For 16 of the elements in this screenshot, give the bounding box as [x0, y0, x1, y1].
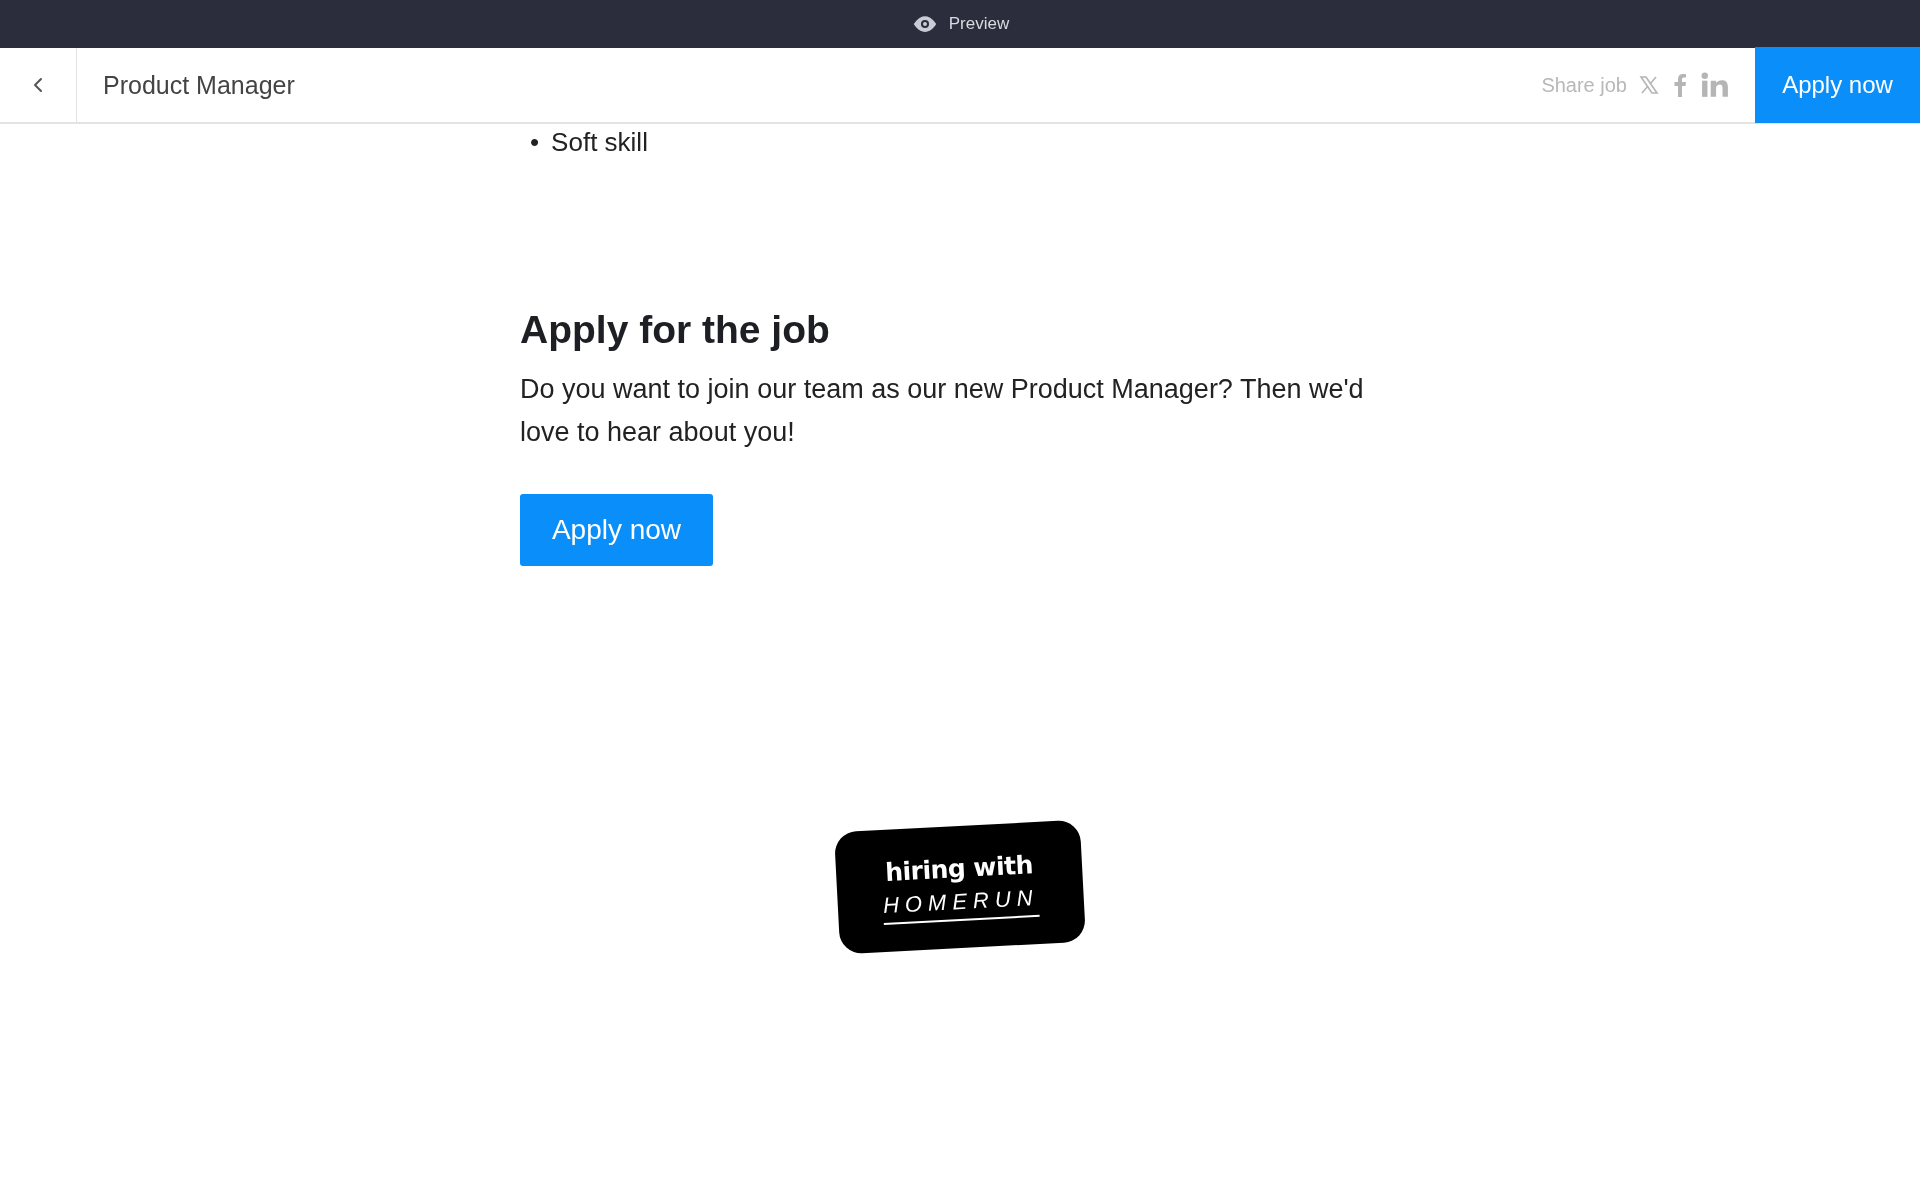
logo-badge[interactable]: hiring with HOMERUN	[834, 819, 1086, 955]
badge-brand: HOMERUN	[882, 884, 1040, 925]
section-heading: Apply for the job	[520, 308, 831, 352]
list-item: Soft skill	[551, 126, 648, 158]
bullet: •	[530, 126, 540, 158]
badge-line: hiring with	[884, 849, 1034, 887]
job-title: Product Manager	[103, 70, 296, 100]
apply-now-button[interactable]: Apply now	[520, 494, 713, 566]
facebook-icon[interactable]	[1673, 72, 1687, 98]
apply-now-button[interactable]: Apply now	[1755, 47, 1920, 123]
share-label: Share job	[1541, 73, 1627, 97]
linkedin-icon[interactable]	[1701, 72, 1729, 98]
back-icon	[32, 77, 44, 93]
x-icon[interactable]	[1639, 75, 1659, 95]
preview-label: Preview	[948, 14, 1010, 34]
apply-text: Do you want to join our team as our new Product Manager? Then we'd love to hear about you!	[520, 373, 1365, 449]
